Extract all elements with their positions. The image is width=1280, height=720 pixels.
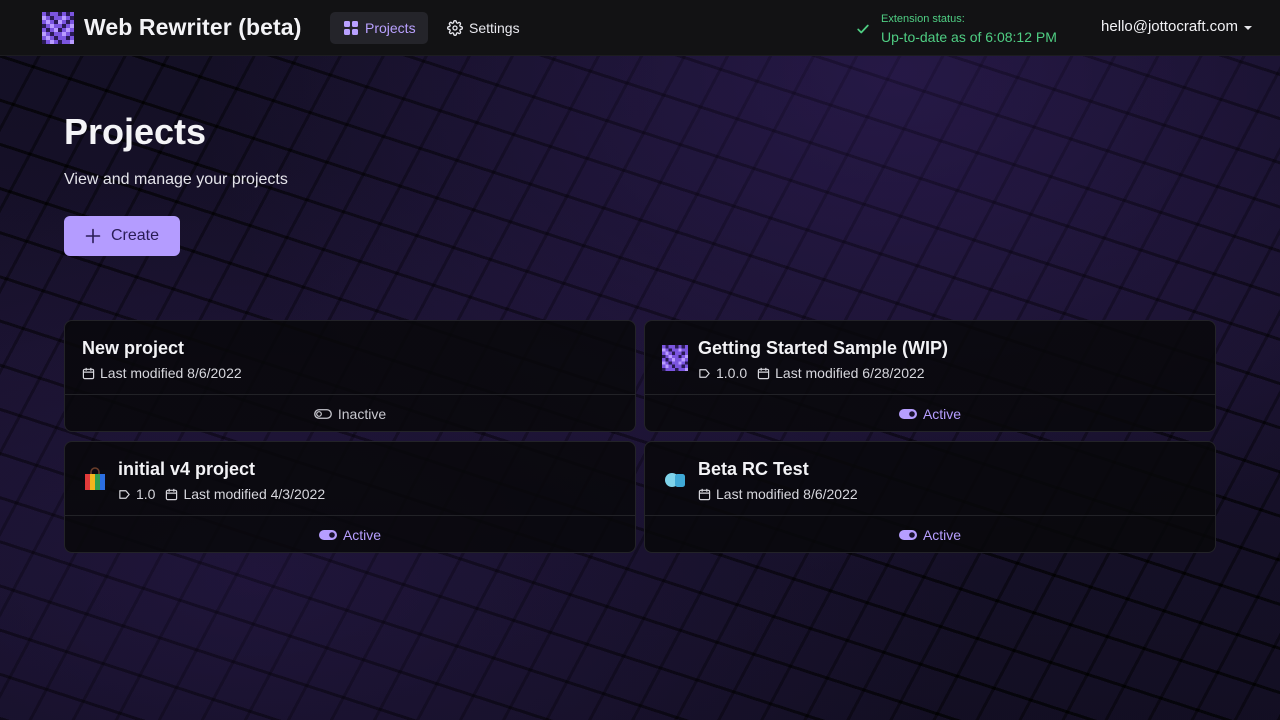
calendar-icon (166, 488, 178, 500)
project-meta: Last modified 8/6/2022 (82, 365, 252, 381)
project-card-initial-v4[interactable]: initial v4 project 1.0 Last modified 4/3… (64, 441, 636, 553)
gear-icon (447, 20, 463, 36)
tag-icon (699, 368, 710, 378)
project-meta: 1.0 Last modified 4/3/2022 (118, 486, 335, 502)
app-title: Web Rewriter (beta) (84, 14, 302, 40)
extension-status-label: Extension status: (881, 13, 965, 25)
toggle-on-icon (318, 529, 337, 540)
page-title: Projects (64, 111, 207, 152)
page-subtitle: View and manage your projects (64, 171, 288, 188)
project-name: initial v4 project (118, 459, 256, 479)
project-modified-text: Last modified 6/28/2022 (775, 365, 925, 381)
shopping-bag-icon (85, 467, 105, 490)
project-card-body[interactable]: initial v4 project 1.0 Last modified 4/3… (65, 442, 635, 515)
project-card-beta-rc-test[interactable]: Beta RC Test Last modified 8/6/2022 Acti… (644, 441, 1216, 553)
project-name: Beta RC Test (698, 459, 809, 479)
project-version-text: 1.0.0 (716, 365, 748, 381)
toggle-on-icon (898, 529, 917, 540)
shapes-icon (665, 473, 685, 487)
tab-projects[interactable]: Projects (330, 12, 428, 44)
project-card-body[interactable]: New project Last modified 8/6/2022 (65, 321, 635, 394)
user-menu[interactable]: hello@jottocraft.com (1101, 18, 1252, 35)
project-meta: 1.0.0 Last modified 6/28/2022 (698, 365, 935, 381)
project-name: New project (82, 338, 185, 358)
caret-down-icon (1244, 25, 1252, 30)
project-status-text: Active (922, 526, 962, 543)
project-status-text: Active (922, 405, 962, 422)
project-card-body[interactable]: Getting Started Sample (WIP) 1.0.0 Last … (645, 321, 1215, 394)
project-modified: Last modified 8/6/2022 (698, 486, 858, 502)
checkmark-icon (857, 24, 869, 34)
grid-icon (344, 21, 358, 35)
tag-icon (119, 489, 130, 499)
create-button-label: Create (110, 227, 160, 244)
top-navbar: Web Rewriter (beta) Projects Settings Ex… (0, 0, 1280, 56)
project-status-text: Active (342, 526, 382, 543)
project-status-toggle[interactable]: Active (645, 394, 1215, 431)
tab-settings-label: Settings (469, 20, 520, 36)
project-name: Getting Started Sample (WIP) (698, 338, 949, 358)
project-card-getting-started[interactable]: Getting Started Sample (WIP) 1.0.0 Last … (644, 320, 1216, 432)
project-status-toggle[interactable]: Active (65, 515, 635, 552)
calendar-icon (757, 367, 770, 379)
project-version: 1.0.0 (698, 365, 747, 381)
project-version: 1.0 (118, 486, 155, 502)
user-email: hello@jottocraft.com (1101, 18, 1238, 35)
project-modified: Last modified 6/28/2022 (757, 365, 925, 381)
plus-icon (85, 228, 101, 244)
project-modified-text: Last modified 8/6/2022 (716, 486, 858, 502)
tab-settings[interactable]: Settings (434, 12, 530, 44)
project-status-toggle[interactable]: Active (645, 515, 1215, 552)
project-card-new-project[interactable]: New project Last modified 8/6/2022 Inact… (64, 320, 636, 432)
pixel-logo-icon (662, 345, 688, 371)
project-status-text: Inactive (337, 405, 387, 422)
project-card-body[interactable]: Beta RC Test Last modified 8/6/2022 (645, 442, 1215, 515)
tab-projects-label: Projects (365, 20, 416, 36)
project-modified: Last modified 8/6/2022 (82, 365, 242, 381)
project-modified-text: Last modified 4/3/2022 (183, 486, 326, 502)
project-modified: Last modified 4/3/2022 (165, 486, 325, 502)
calendar-icon (698, 488, 711, 500)
project-status-toggle[interactable]: Inactive (65, 394, 635, 431)
extension-status-value: Up-to-date as of 6:08:12 PM (881, 29, 1057, 45)
project-meta: Last modified 8/6/2022 (698, 486, 868, 502)
app-logo-icon (42, 12, 74, 44)
project-modified-text: Last modified 8/6/2022 (100, 365, 242, 381)
calendar-icon (82, 367, 95, 379)
toggle-off-icon (313, 408, 332, 419)
project-version-text: 1.0 (136, 486, 156, 502)
toggle-on-icon (898, 408, 917, 419)
create-project-button[interactable]: Create (64, 216, 180, 256)
